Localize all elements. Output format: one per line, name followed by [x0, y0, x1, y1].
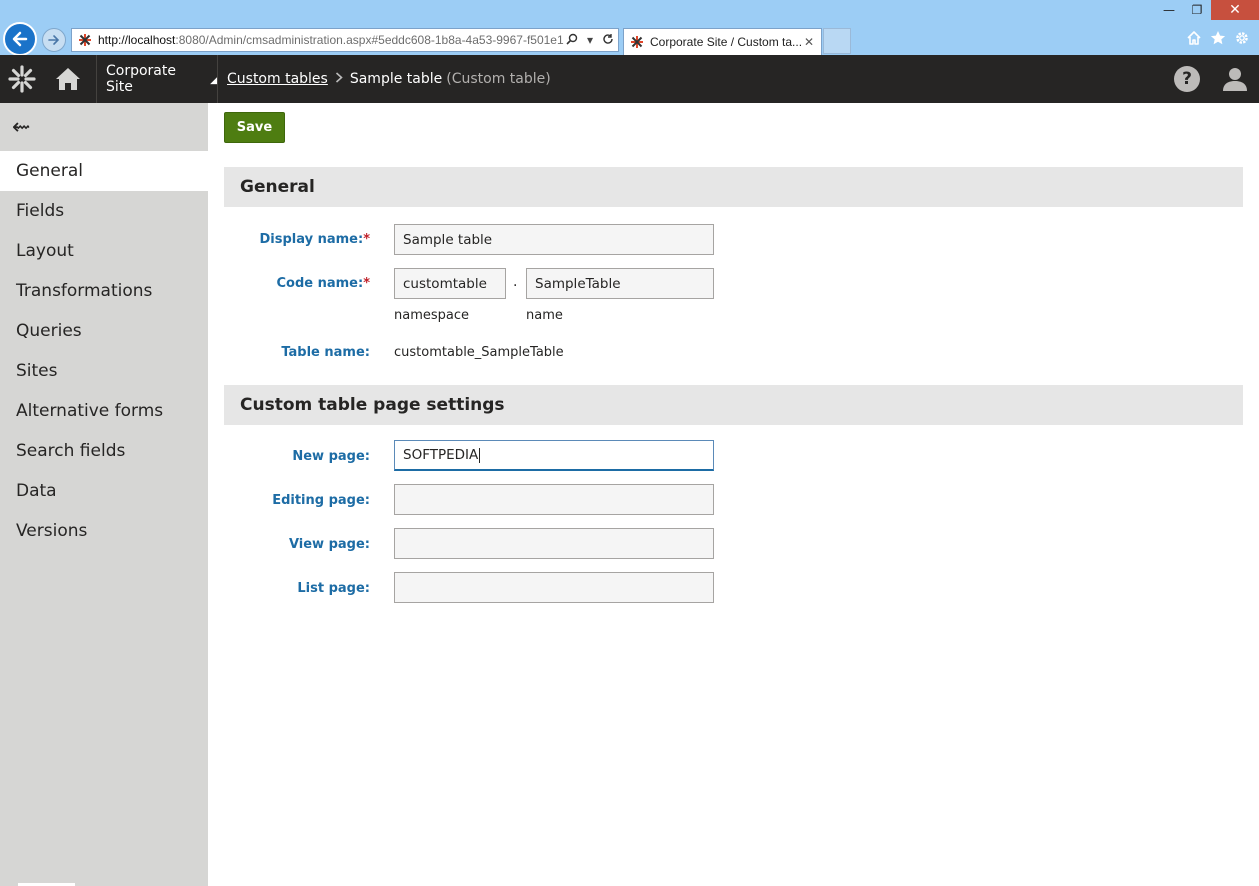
breadcrumb-type: (Custom table)	[446, 71, 551, 87]
window-controls: — ❐ ✕	[1155, 0, 1259, 20]
view-page-label: View page:	[288, 537, 370, 552]
sidebar-item-alternative-forms[interactable]: Alternative forms	[0, 391, 208, 431]
display-name-input[interactable]: Sample table	[394, 224, 714, 255]
sidebar-item-layout[interactable]: Layout	[0, 231, 208, 271]
section-general-title: General	[224, 167, 1243, 207]
caret-down-icon: ◢	[210, 76, 217, 86]
code-name-separator: .	[513, 274, 518, 290]
tab-favicon-icon	[631, 36, 643, 48]
table-name-label: Table name:	[281, 345, 370, 360]
sidebar-item-transformations[interactable]: Transformations	[0, 271, 208, 311]
table-name-value: customtable_SampleTable	[394, 345, 564, 360]
section-page-settings-title: Custom table page settings	[224, 385, 1243, 425]
sidebar-item-sites[interactable]: Sites	[0, 351, 208, 391]
kentico-logo-icon[interactable]	[0, 55, 44, 103]
breadcrumb: Custom tables Sample table (Custom table…	[227, 55, 551, 103]
url-text: http://localhost:8080/Admin/cmsadministr…	[98, 33, 564, 47]
sidebar-nav: General Fields Layout Transformations Qu…	[0, 151, 208, 551]
back-arrow-icon[interactable]	[3, 22, 37, 56]
home-icon[interactable]	[1185, 29, 1203, 47]
namespace-input[interactable]: customtable	[394, 268, 506, 299]
site-favicon-icon	[79, 34, 91, 46]
chevron-right-icon	[335, 71, 343, 87]
sidebar: ⇜ General Fields Layout Transformations …	[0, 103, 208, 886]
forward-arrow-icon[interactable]	[42, 28, 66, 52]
search-icon[interactable]	[564, 33, 580, 48]
site-selector-label: Corporate Site	[106, 63, 176, 95]
app-header: Corporate Site ◢ Custom tables Sample ta…	[0, 55, 1259, 103]
breadcrumb-current: Sample table	[349, 71, 443, 87]
tab-title: Corporate Site / Custom ta...	[650, 35, 801, 49]
favorites-star-icon[interactable]	[1209, 29, 1227, 47]
sidebar-item-queries[interactable]: Queries	[0, 311, 208, 351]
view-page-input[interactable]	[394, 528, 714, 559]
display-name-label: Display name:*	[259, 232, 370, 247]
new-page-label: New page:	[292, 449, 370, 464]
refresh-icon[interactable]	[600, 33, 616, 48]
minimize-button[interactable]: —	[1155, 0, 1183, 20]
sidebar-item-fields[interactable]: Fields	[0, 191, 208, 231]
list-page-input[interactable]	[394, 572, 714, 603]
editing-page-label: Editing page:	[272, 493, 370, 508]
sidebar-item-general[interactable]: General	[0, 151, 208, 191]
browser-chrome: http://localhost:8080/Admin/cmsadministr…	[0, 0, 1259, 56]
editing-page-input[interactable]	[394, 484, 714, 515]
user-avatar-icon[interactable]	[1222, 66, 1248, 92]
dropdown-icon[interactable]: ▾	[582, 33, 598, 47]
dashboard-home-icon[interactable]	[44, 55, 92, 103]
sidebar-item-versions[interactable]: Versions	[0, 511, 208, 551]
close-window-button[interactable]: ✕	[1211, 0, 1259, 20]
sidebar-item-search-fields[interactable]: Search fields	[0, 431, 208, 471]
back-arrow-icon[interactable]: ⇜	[12, 117, 38, 139]
name-caption: name	[526, 308, 563, 323]
new-page-input[interactable]: SOFTPEDIA	[394, 440, 714, 471]
namespace-caption: namespace	[394, 308, 470, 323]
required-mark: *	[363, 276, 370, 291]
browser-tab[interactable]: Corporate Site / Custom ta... ✕	[623, 28, 822, 55]
address-bar[interactable]: http://localhost:8080/Admin/cmsadministr…	[71, 28, 619, 52]
browser-toolbar-icons	[1185, 29, 1251, 47]
sidebar-item-data[interactable]: Data	[0, 471, 208, 511]
breadcrumb-link-custom-tables[interactable]: Custom tables	[227, 71, 328, 87]
new-page-input-value: SOFTPEDIA	[403, 447, 479, 463]
code-name-input[interactable]: SampleTable	[526, 268, 714, 299]
site-selector[interactable]: Corporate Site ◢	[96, 55, 218, 103]
required-mark: *	[363, 232, 370, 247]
help-icon[interactable]: ?	[1174, 66, 1200, 92]
text-cursor	[479, 447, 481, 463]
save-button[interactable]: Save	[224, 112, 285, 143]
restore-button[interactable]: ❐	[1183, 0, 1211, 20]
new-tab-button[interactable]	[823, 28, 851, 54]
tab-close-icon[interactable]: ✕	[801, 35, 817, 49]
code-name-label: Code name:*	[276, 276, 370, 291]
list-page-label: List page:	[297, 581, 370, 596]
settings-gear-icon[interactable]	[1233, 29, 1251, 47]
